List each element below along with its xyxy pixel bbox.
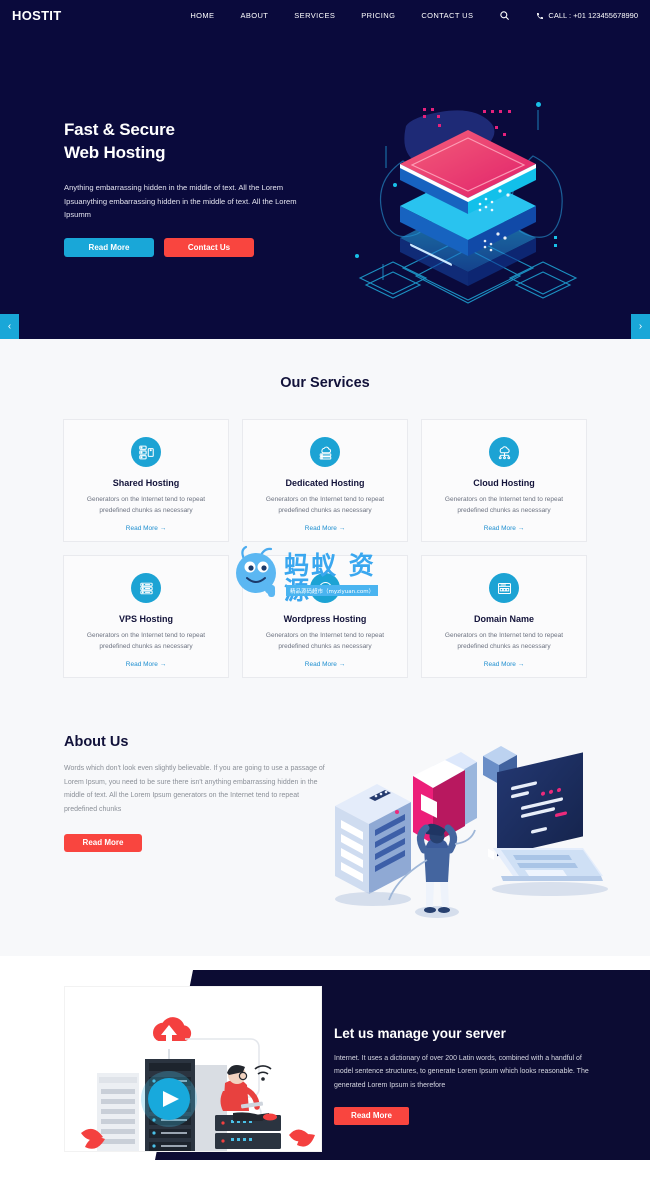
service-title: Dedicated Hosting xyxy=(285,478,365,488)
phone-contact[interactable]: CALL : +01 123455678990 xyxy=(536,11,638,20)
service-read-more-link[interactable]: Read More → xyxy=(484,661,524,668)
nav-item-contact-us[interactable]: CONTACT US xyxy=(421,11,473,20)
hero-paragraph: Anything embarrassing hidden in the midd… xyxy=(64,183,297,219)
phone-number: CALL : +01 123455678990 xyxy=(548,11,638,20)
service-title: Domain Name xyxy=(473,614,535,624)
service-text: Generators on the Internet tend to repea… xyxy=(86,632,206,651)
services-title: Our Services xyxy=(280,375,370,391)
about-read-more-button[interactable]: Read More xyxy=(64,833,142,852)
service-card-dedicated-hosting[interactable]: Dedicated Hosting Generators on the Inte… xyxy=(242,419,408,542)
service-read-more-link[interactable]: Read More → xyxy=(305,661,345,668)
manage-read-more-button[interactable]: Read More xyxy=(334,1106,409,1125)
nav-item-about[interactable]: ABOUT xyxy=(240,11,268,20)
hero-read-more-button[interactable]: Read More xyxy=(64,238,154,258)
service-text: Generators on the Internet tend to repea… xyxy=(265,632,385,651)
manage-paragraph: Internet. It uses a dictionary of over 2… xyxy=(334,1055,589,1089)
about-section: About Us Words which don't look even sli… xyxy=(0,726,650,956)
service-card-vps-hosting[interactable]: VPS Hosting Generators on the Internet t… xyxy=(63,555,229,678)
hero-title-line1: Fast & Secure xyxy=(64,120,175,139)
service-title: VPS Hosting xyxy=(118,614,173,624)
slider-next-arrow[interactable]: › xyxy=(631,314,650,339)
search-icon[interactable] xyxy=(499,10,510,21)
wordpress-hosting-icon xyxy=(310,573,340,603)
main-navigation: HOME ABOUT SERVICES PRICING CONTACT US C… xyxy=(190,10,638,21)
vps-hosting-icon xyxy=(131,573,161,603)
service-title: Wordpress Hosting xyxy=(283,614,367,624)
about-paragraph: Words which don't look even slightly bel… xyxy=(64,765,325,813)
cloud-hosting-icon xyxy=(489,437,519,467)
slider-prev-arrow[interactable]: ‹ xyxy=(0,314,19,339)
domain-name-icon xyxy=(489,573,519,603)
service-read-more-link[interactable]: Read More → xyxy=(484,525,524,532)
service-card-shared-hosting[interactable]: Shared Hosting Generators on the Interne… xyxy=(63,419,229,542)
manage-title: Let us manage your server xyxy=(334,1026,506,1041)
dedicated-hosting-icon xyxy=(310,437,340,467)
nav-item-services[interactable]: SERVICES xyxy=(294,11,335,20)
hero-illustration xyxy=(355,102,578,304)
service-text: Generators on the Internet tend to repea… xyxy=(265,496,385,515)
services-section: Our Services Shared Hosting Generators o… xyxy=(0,339,650,726)
service-read-more-link[interactable]: Read More → xyxy=(126,525,166,532)
about-illustration xyxy=(335,746,608,918)
manage-illustration xyxy=(64,986,322,1152)
service-text: Generators on the Internet tend to repea… xyxy=(86,496,206,515)
services-card-grid: Shared Hosting Generators on the Interne… xyxy=(63,419,587,678)
nav-item-pricing[interactable]: PRICING xyxy=(361,11,395,20)
service-card-cloud-hosting[interactable]: Cloud Hosting Generators on the Internet… xyxy=(421,419,587,542)
manage-server-section: Let us manage your server Internet. It u… xyxy=(0,956,650,1178)
service-card-domain-name[interactable]: Domain Name Generators on the Internet t… xyxy=(421,555,587,678)
hero-title-line2: Web Hosting xyxy=(64,142,166,162)
service-title: Shared Hosting xyxy=(112,478,180,488)
service-read-more-link[interactable]: Read More → xyxy=(305,525,345,532)
shared-hosting-icon xyxy=(131,437,161,467)
service-text: Generators on the Internet tend to repea… xyxy=(444,496,564,515)
service-card-wordpress-hosting[interactable]: Wordpress Hosting Generators on the Inte… xyxy=(242,555,408,678)
hero-section: Fast & Secure Web Hosting Anything embar… xyxy=(0,31,650,339)
service-title: Cloud Hosting xyxy=(473,478,535,488)
hero-contact-us-button[interactable]: Contact Us xyxy=(164,238,254,258)
hero-title: Fast & Secure Web Hosting xyxy=(64,119,330,164)
phone-icon xyxy=(537,12,544,19)
nav-item-home[interactable]: HOME xyxy=(190,11,214,20)
site-header: HOSTIT HOME ABOUT SERVICES PRICING CONTA… xyxy=(0,0,650,31)
logo[interactable]: HOSTIT xyxy=(12,8,61,23)
about-title: About Us xyxy=(64,734,129,750)
service-read-more-link[interactable]: Read More → xyxy=(126,661,166,668)
service-text: Generators on the Internet tend to repea… xyxy=(444,632,564,651)
hero-buttons: Read More Contact Us xyxy=(64,238,330,258)
